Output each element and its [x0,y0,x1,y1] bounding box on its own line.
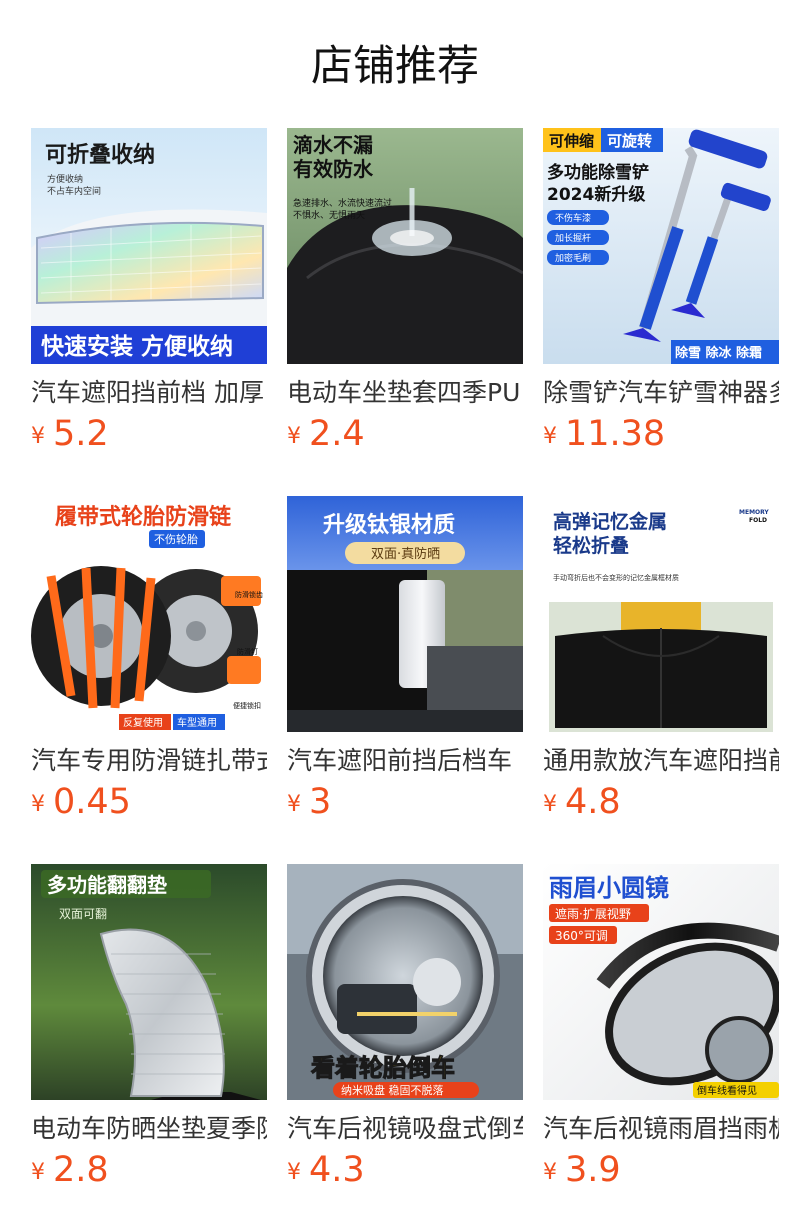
image-pill: 加密毛刷 [555,252,591,264]
product-name[interactable]: 汽车遮阳前挡后档车 [287,744,523,778]
product-card[interactable]: 多功能翻翻垫 双面可翻 电动车防晒坐垫夏季防 ¥2.8 [31,864,267,1190]
image-headline: 有效防水 [293,157,374,181]
product-price: ¥4.3 [287,1150,365,1194]
product-name[interactable]: 电动车防晒坐垫夏季防 [31,1112,267,1146]
product-image[interactable]: 升级钛银材质 双面·真防晒 [287,496,523,732]
image-badge: 倒车线看得见 [697,1084,757,1097]
product-image[interactable]: 多功能翻翻垫 双面可翻 [31,864,267,1100]
product-image[interactable]: 可折叠收纳 方便收纳 不占车内空间 快速安装 方便收纳 [31,128,267,364]
image-label: 防滑钉 [237,647,258,656]
price-amount: 3 [309,782,332,822]
image-headline: 可折叠收纳 [45,142,155,168]
currency-symbol: ¥ [31,1160,45,1185]
image-tag: 可旋转 [607,132,652,150]
product-price: ¥0.45 [31,782,131,826]
image-banner: 快速安装 方便收纳 [41,333,233,360]
image-subtext: 急速排水、水流快速流过 [293,197,392,209]
product-image[interactable]: 履带式轮胎防滑链 不伤轮胎 防滑锁齿 防滑钉 便捷锁扣 反复使用 车型通用 [31,496,267,732]
image-headline: 多功能翻翻垫 [47,873,167,897]
currency-symbol: ¥ [31,424,45,449]
price-amount: 4.3 [309,1150,365,1190]
price-amount: 11.38 [565,414,666,454]
image-pill: 加长握杆 [555,232,591,244]
image-headline: 看着轮胎倒车 [311,1054,455,1082]
product-card[interactable]: 高弹记忆金属 轻松折叠 MEMORY FOLD 手动弯折后也不会变形的记忆金属框… [543,496,779,822]
image-headline: 高弹记忆金属 [553,510,667,533]
price-amount: 2.8 [53,1150,109,1190]
product-price: ¥3.9 [543,1150,621,1194]
product-name[interactable]: 电动车坐垫套四季PU [287,376,523,410]
price-amount: 0.45 [53,782,131,822]
currency-symbol: ¥ [543,792,557,817]
image-tag: 360°可调 [555,929,608,943]
product-card[interactable]: 可伸缩 可旋转 多功能除雪铲 2024新升级 不伤车漆 加长握杆 加密毛刷 除雪… [543,128,779,454]
brand-mark: MEMORY [739,509,769,516]
image-headline: 轻松折叠 [553,534,629,557]
currency-symbol: ¥ [543,1160,557,1185]
image-headline: 升级钛银材质 [323,512,455,538]
product-price: ¥2.8 [31,1150,109,1194]
image-tag: 可伸缩 [549,132,594,150]
price-amount: 5.2 [53,414,109,454]
product-price: ¥3 [287,782,331,826]
image-tag: 双面可翻 [59,907,107,921]
image-tag: 遮雨·扩展视野 [555,906,631,921]
product-name[interactable]: 汽车后视镜雨眉挡雨板 [543,1112,779,1146]
price-amount: 4.8 [565,782,621,822]
image-banner: 双面·真防晒 [371,546,440,562]
image-headline: 滴水不漏 [293,133,373,157]
image-headline: 雨眉小圆镜 [549,874,669,902]
product-price: ¥2.4 [287,414,365,458]
price-amount: 3.9 [565,1150,621,1190]
image-label: 防滑锁齿 [235,590,263,599]
product-name[interactable]: 通用款放汽车遮阳挡前 [543,744,779,778]
product-name[interactable]: 除雪铲汽车铲雪神器多 [543,376,779,410]
image-subtext: 手动弯折后也不会变形的记忆金属框材质 [553,573,679,582]
product-card[interactable]: 雨眉小圆镜 遮雨·扩展视野 360°可调 倒车线看得见 汽车后视镜雨眉挡雨板 ¥… [543,864,779,1190]
product-card[interactable]: 履带式轮胎防滑链 不伤轮胎 防滑锁齿 防滑钉 便捷锁扣 反复使用 车型通用 汽车… [31,496,267,822]
image-subtext: 不惧水、无惧雨天 [293,209,365,221]
product-price: ¥4.8 [543,782,621,826]
image-banner: 除雪 除冰 除霜 [675,345,762,361]
image-headline: 履带式轮胎防滑链 [55,504,231,530]
image-tag: 不伤轮胎 [154,532,198,546]
product-image[interactable]: 滴水不漏 有效防水 急速排水、水流快速流过 不惧水、无惧雨天 [287,128,523,364]
image-banner: 纳米吸盘 稳固不脱落 [341,1083,444,1097]
image-footer: 车型通用 [177,716,217,729]
product-name[interactable]: 汽车专用防滑链扎带式 [31,744,267,778]
image-footer: 反复使用 [123,716,163,729]
product-card[interactable]: 看着轮胎倒车 纳米吸盘 稳固不脱落 汽车后视镜吸盘式倒车 ¥4.3 [287,864,523,1190]
image-subtext: 不占车内空间 [47,185,101,197]
product-card[interactable]: 可折叠收纳 方便收纳 不占车内空间 快速安装 方便收纳 汽车遮阳挡前档 加厚 ¥… [31,128,267,454]
brand-mark: FOLD [749,517,767,524]
section-title: 店铺推荐 [310,41,479,90]
currency-symbol: ¥ [31,792,45,817]
product-image[interactable]: 高弹记忆金属 轻松折叠 MEMORY FOLD 手动弯折后也不会变形的记忆金属框… [543,496,779,732]
product-image[interactable]: 雨眉小圆镜 遮雨·扩展视野 360°可调 倒车线看得见 [543,864,779,1100]
product-price: ¥5.2 [31,414,109,458]
product-card[interactable]: 滴水不漏 有效防水 急速排水、水流快速流过 不惧水、无惧雨天 电动车坐垫套四季P… [287,128,523,454]
image-subtext: 方便收纳 [47,173,83,185]
image-label: 便捷锁扣 [233,701,261,710]
product-price: ¥11.38 [543,414,665,458]
product-card[interactable]: 升级钛银材质 双面·真防晒 汽车遮阳前挡后档车 ¥3 [287,496,523,822]
image-pill: 不伤车漆 [555,212,591,224]
currency-symbol: ¥ [287,424,301,449]
currency-symbol: ¥ [287,792,301,817]
price-amount: 2.4 [309,414,365,454]
product-image[interactable]: 看着轮胎倒车 纳米吸盘 稳固不脱落 [287,864,523,1100]
image-headline: 2024新升级 [547,184,645,205]
currency-symbol: ¥ [287,1160,301,1185]
product-name[interactable]: 汽车后视镜吸盘式倒车 [287,1112,523,1146]
image-headline: 多功能除雪铲 [547,162,649,183]
currency-symbol: ¥ [543,424,557,449]
product-image[interactable]: 可伸缩 可旋转 多功能除雪铲 2024新升级 不伤车漆 加长握杆 加密毛刷 除雪… [543,128,779,364]
product-grid: 可折叠收纳 方便收纳 不占车内空间 快速安装 方便收纳 汽车遮阳挡前档 加厚 ¥… [31,128,779,1190]
product-name[interactable]: 汽车遮阳挡前档 加厚 [31,376,267,410]
